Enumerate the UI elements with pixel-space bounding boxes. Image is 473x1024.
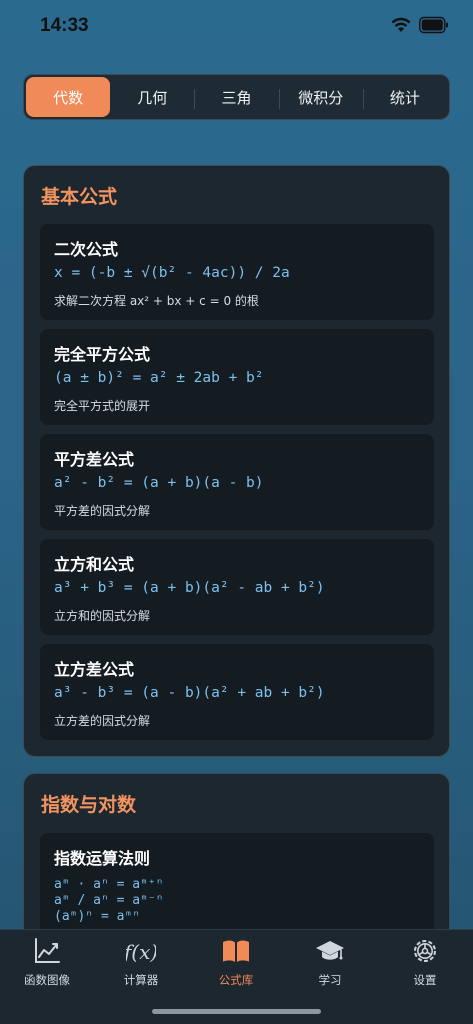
- tab-label: 计算器: [123, 973, 159, 987]
- category-segmented-control: 代数 几何 三角 微积分 统计: [23, 74, 450, 120]
- gear-icon: [414, 940, 436, 962]
- formula-name: 立方差公式: [54, 660, 135, 679]
- tab-label: 学习: [318, 973, 342, 987]
- tab-function-graph[interactable]: 函数图像: [0, 936, 94, 996]
- formula-line: aᵐ · aⁿ = aᵐ⁺ⁿ: [54, 877, 164, 892]
- formula-expression: (a ± b)² = a² ± 2ab + b²: [54, 370, 264, 386]
- formula-card-quadratic[interactable]: 二次公式 x = (-b ± √(b² - 4ac)) / 2a 求解二次方程 …: [40, 224, 434, 320]
- formula-card-perfect-square[interactable]: 完全平方公式 (a ± b)² = a² ± 2ab + b² 完全平方式的展开: [40, 329, 434, 425]
- formula-name: 指数运算法则: [54, 849, 151, 868]
- segment-geometry[interactable]: 几何: [110, 77, 194, 117]
- formula-card-difference-of-squares[interactable]: 平方差公式 a² - b² = (a + b)(a - b) 平方差的因式分解: [40, 434, 434, 530]
- tab-settings[interactable]: 设置: [378, 936, 472, 996]
- segment-statistics[interactable]: 统计: [362, 77, 447, 117]
- formula-description: 平方差的因式分解: [54, 504, 151, 518]
- formula-line: (aᵐ)ⁿ = aᵐⁿ: [54, 909, 141, 924]
- formula-line: aᵐ / aⁿ = aᵐ⁻ⁿ: [54, 893, 164, 908]
- wifi-icon: [391, 17, 411, 32]
- status-bar: 14:33: [0, 0, 473, 54]
- section-basic-formulas: 基本公式 二次公式 x = (-b ± √(b² - 4ac)) / 2a 求解…: [23, 165, 450, 757]
- formula-card-difference-of-cubes[interactable]: 立方差公式 a³ - b³ = (a - b)(a² + ab + b²) 立方…: [40, 644, 434, 740]
- chart-line-icon: [35, 938, 60, 963]
- segment-algebra[interactable]: 代数: [26, 77, 111, 117]
- formula-card-sum-of-cubes[interactable]: 立方和公式 a³ + b³ = (a + b)(a² - ab + b²) 立方…: [40, 539, 434, 635]
- formula-expression: x = (-b ± √(b² - 4ac)) / 2a: [54, 265, 290, 281]
- tab-calculator[interactable]: ƒ(x) 计算器: [94, 936, 188, 996]
- tab-label: 公式库: [218, 973, 254, 987]
- tab-formula-library[interactable]: 公式库: [189, 936, 283, 996]
- formula-name: 立方和公式: [54, 555, 135, 574]
- formula-name: 二次公式: [54, 240, 119, 259]
- formula-expression: a² - b² = (a + b)(a - b): [54, 475, 264, 491]
- formula-description: 完全平方式的展开: [54, 399, 151, 413]
- tab-label: 设置: [413, 973, 437, 987]
- segment-trigonometry[interactable]: 三角: [194, 77, 278, 117]
- formula-expression: a³ - b³ = (a - b)(a² + ab + b²): [54, 685, 325, 701]
- formula-description: 立方差的因式分解: [54, 714, 151, 728]
- tab-label: 函数图像: [24, 973, 70, 987]
- formula-expression-lines: aᵐ · aⁿ = aᵐ⁺ⁿ aᵐ / aⁿ = aᵐ⁻ⁿ (aᵐ)ⁿ = aᵐⁿ: [54, 877, 164, 925]
- formula-name: 完全平方公式: [54, 345, 151, 364]
- book-icon: [223, 940, 249, 962]
- formula-expression: a³ + b³ = (a + b)(a² - ab + b²): [54, 580, 325, 596]
- graduation-cap-icon: [316, 941, 344, 960]
- battery-icon: [419, 16, 448, 34]
- function-icon: ƒ(x): [126, 940, 156, 964]
- svg-text:ƒ(x): ƒ(x): [126, 940, 156, 964]
- section-title: 基本公式: [41, 186, 118, 208]
- section-title: 指数与对数: [41, 794, 137, 816]
- formula-description: 求解二次方程 ax² + bx + c = 0 的根: [54, 294, 259, 308]
- formula-name: 平方差公式: [54, 450, 135, 469]
- home-indicator: [152, 1009, 321, 1014]
- tab-learn[interactable]: 学习: [283, 936, 377, 996]
- formula-description: 立方和的因式分解: [54, 609, 151, 623]
- segment-calculus[interactable]: 微积分: [278, 77, 363, 117]
- status-time: 14:33: [40, 15, 89, 36]
